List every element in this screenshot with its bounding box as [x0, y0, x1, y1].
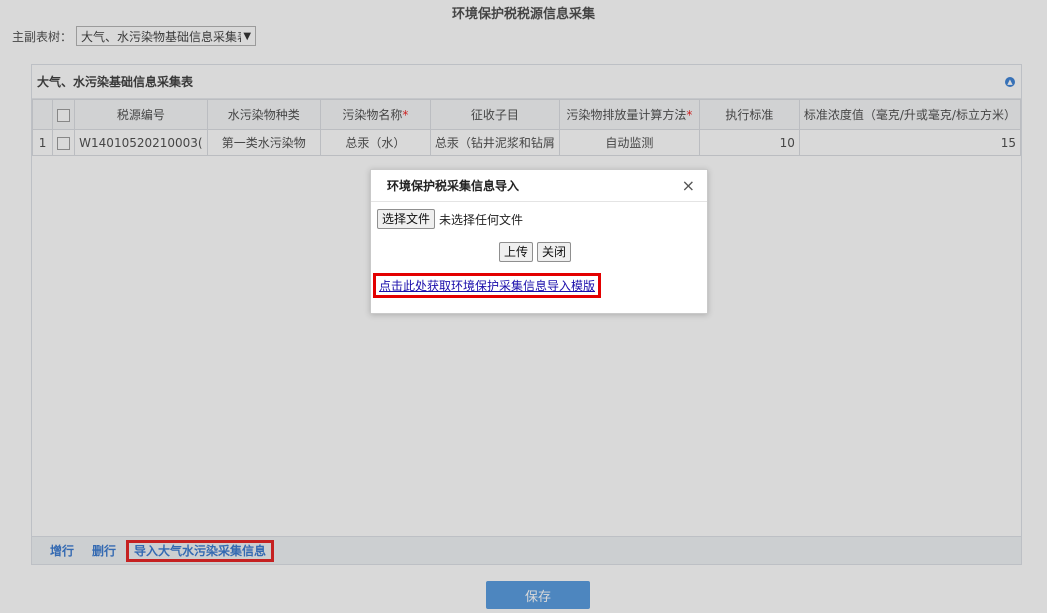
close-icon[interactable]: × — [682, 176, 695, 195]
template-link-highlight: 点击此处获取环境保护采集信息导入模版 — [373, 273, 602, 298]
dialog-title: 环境保护税采集信息导入 — [387, 179, 520, 193]
close-button[interactable]: 关闭 — [537, 242, 572, 262]
dialog-header: 环境保护税采集信息导入 × — [371, 170, 707, 202]
file-picker-row: 选择文件 未选择任何文件 — [377, 209, 523, 229]
dialog-button-row: 上传 关闭 — [499, 242, 572, 262]
choose-file-button[interactable]: 选择文件 — [377, 209, 436, 229]
template-download-link[interactable]: 点击此处获取环境保护采集信息导入模版 — [379, 279, 595, 293]
file-status-text: 未选择任何文件 — [439, 212, 524, 227]
upload-button[interactable]: 上传 — [499, 242, 534, 262]
import-dialog: 环境保护税采集信息导入 × 选择文件 未选择任何文件 上传 关闭 点击此处获取环… — [370, 169, 708, 314]
